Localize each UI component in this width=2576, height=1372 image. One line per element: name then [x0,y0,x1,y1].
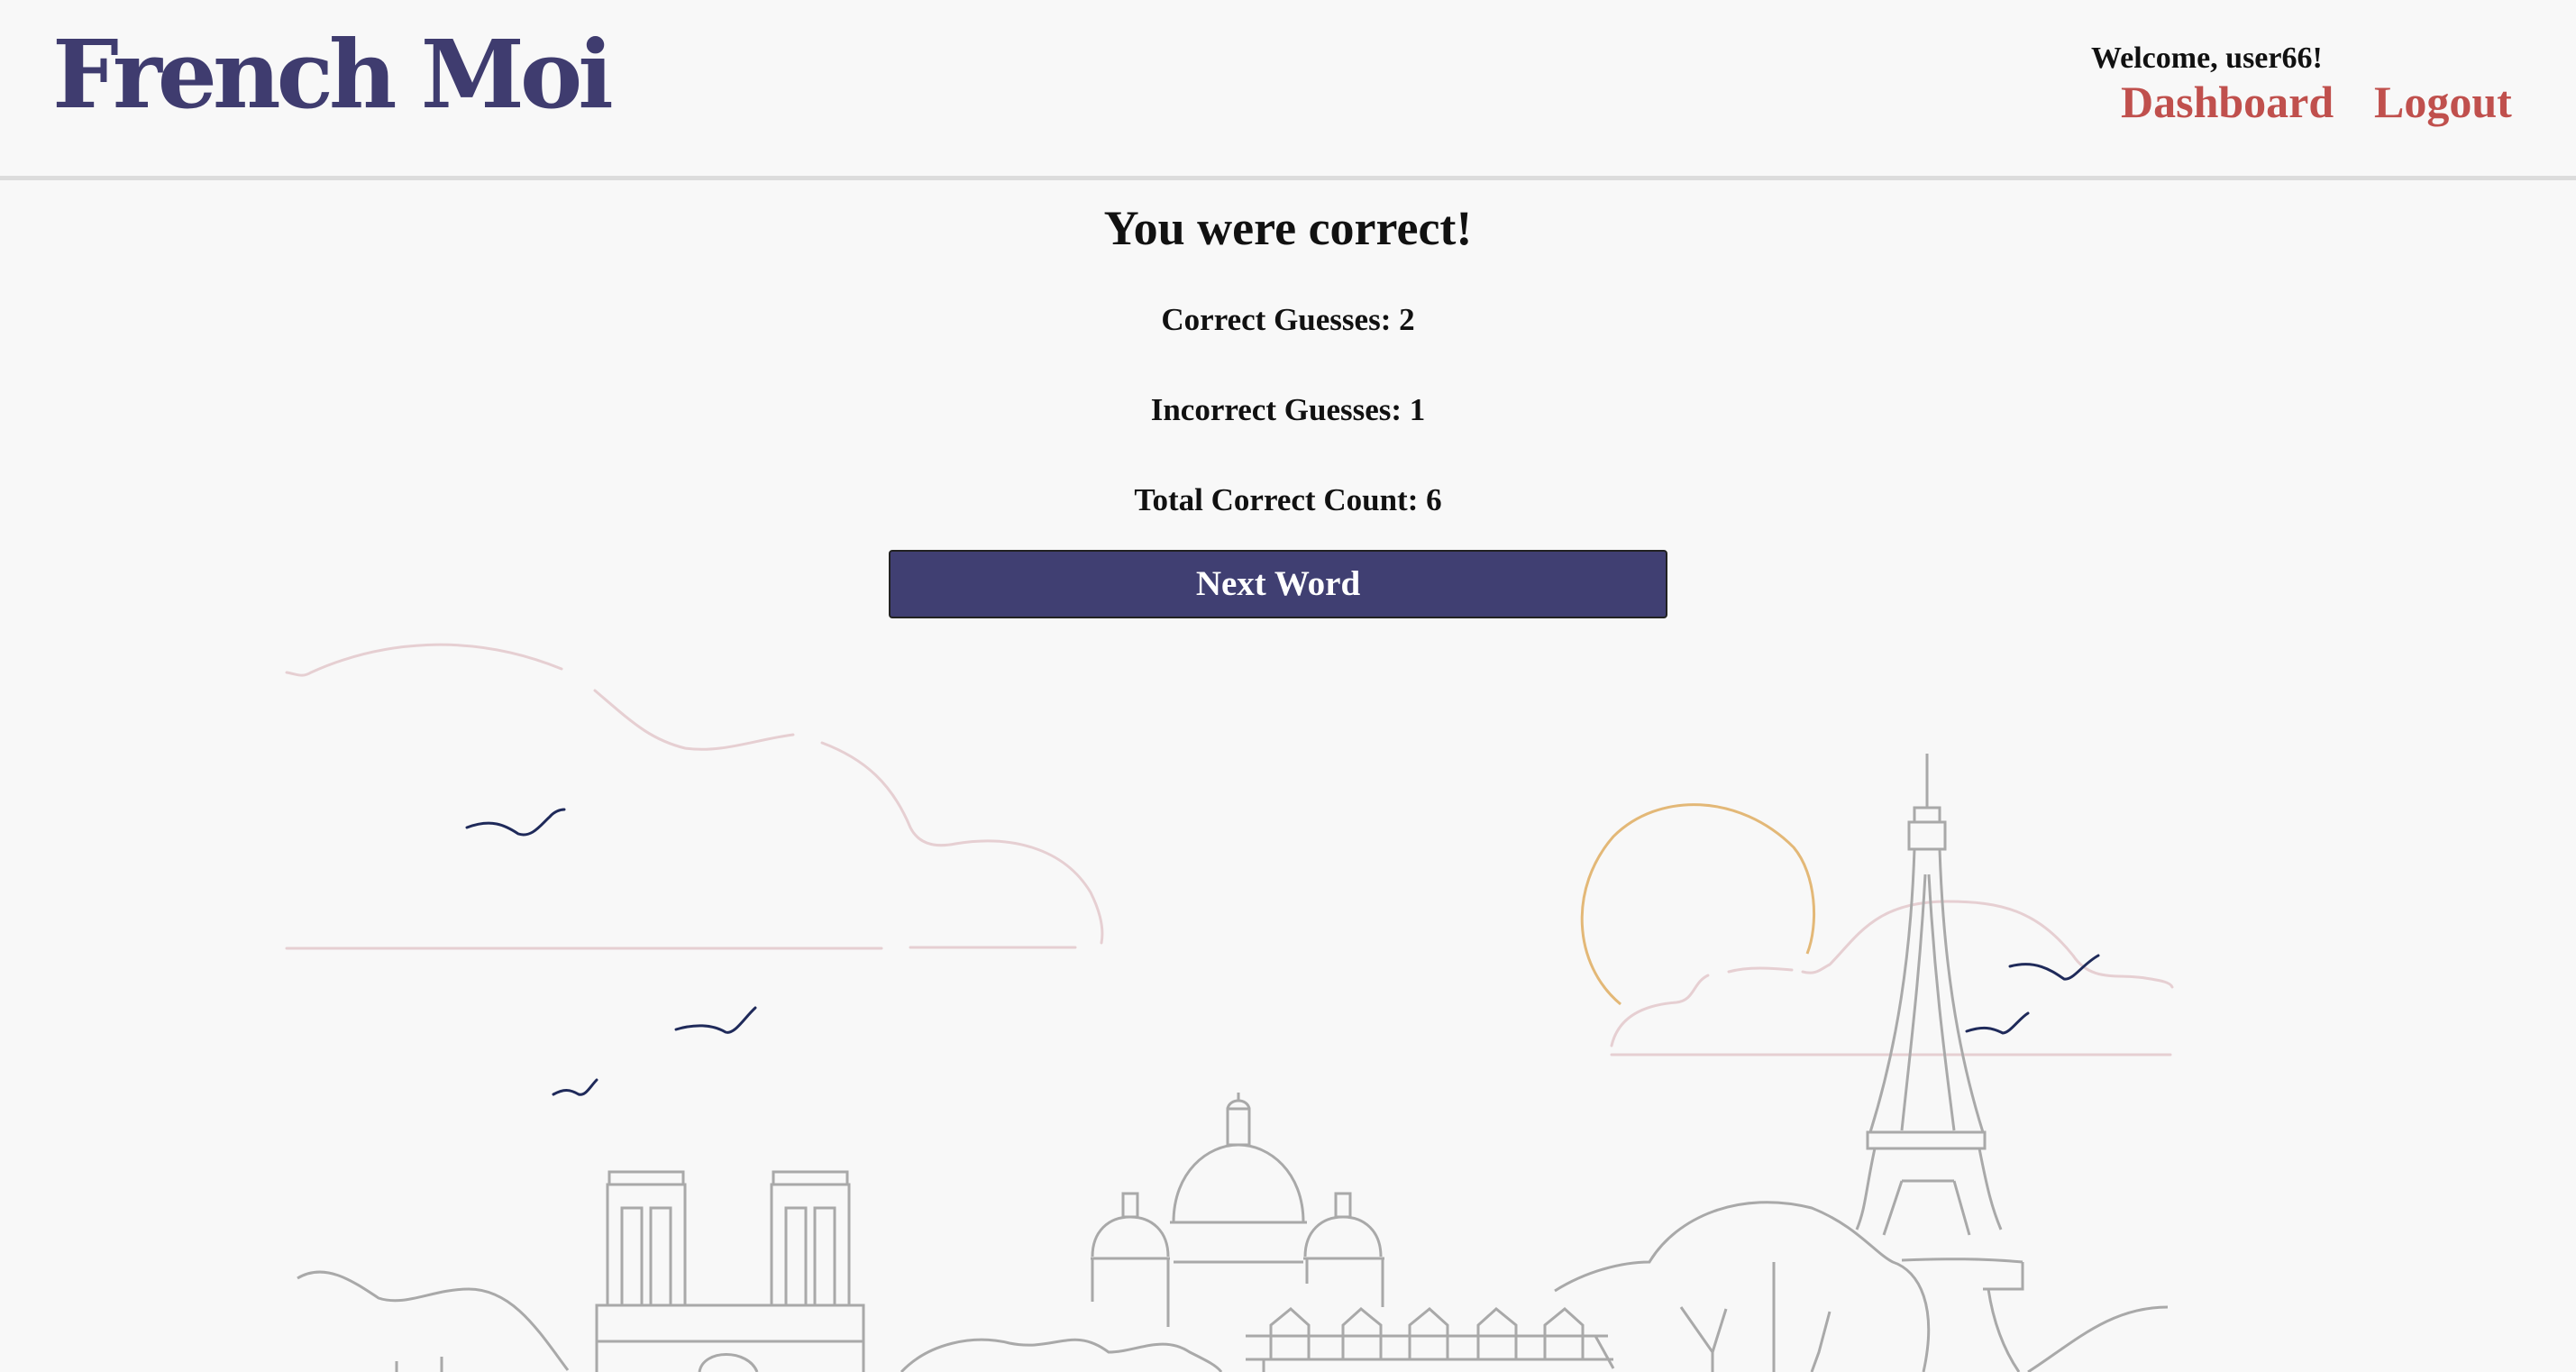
correct-guesses-count: Correct Guesses: 2 [1161,302,1415,337]
result-title: You were correct! [1103,201,1473,255]
app-logo[interactable]: French Moi [52,23,614,126]
eiffel-tower-illustration [1855,754,2024,1372]
next-word-button[interactable]: Next Word [889,550,1667,618]
sacre-coeur-illustration [900,1093,1384,1372]
trees-illustration [1554,1201,2169,1372]
birds-left [465,808,757,1096]
houses-illustration [1246,1307,1615,1372]
left-cloud [285,643,1104,950]
sun-icon [1580,803,1815,1006]
right-cloud [1610,900,2174,1056]
notre-dame-illustration [297,1170,865,1372]
welcome-message: Welcome, user66! [2091,41,2323,75]
app-header: French Moi Welcome, user66! Dashboard Lo… [0,0,2576,180]
dashboard-link[interactable]: Dashboard [2121,76,2334,128]
logout-link[interactable]: Logout [2374,76,2512,128]
birds-right [1965,954,2100,1035]
total-correct-count: Total Correct Count: 6 [1134,482,1442,517]
incorrect-guesses-count: Incorrect Guesses: 1 [1150,392,1426,427]
